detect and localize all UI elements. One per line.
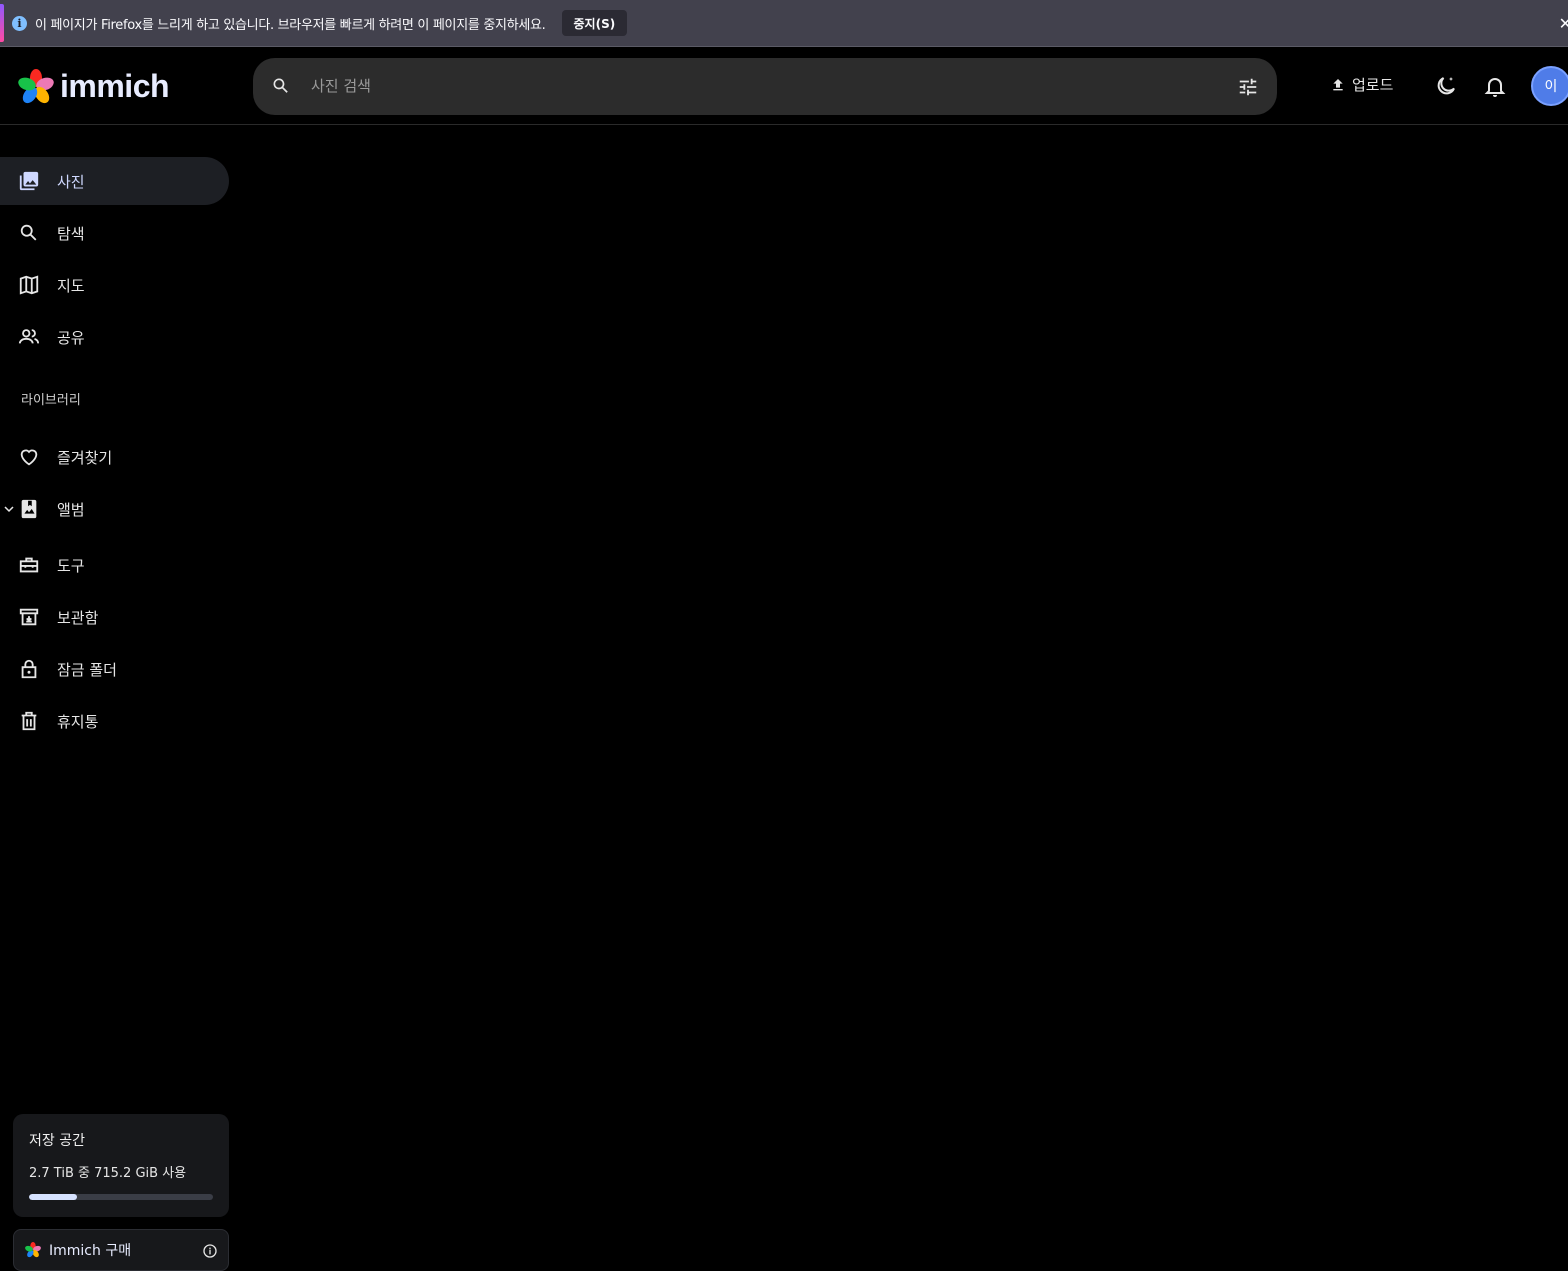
immich-pinwheel-icon <box>18 68 54 103</box>
sidebar-item-explore[interactable]: 탐색 <box>0 209 229 257</box>
sidebar-item-label: 사진 <box>57 172 85 191</box>
sidebar-item-map[interactable]: 지도 <box>0 261 229 309</box>
search-icon <box>18 222 40 244</box>
immich-logo[interactable]: immich <box>18 68 170 105</box>
immich-pinwheel-icon <box>25 1242 41 1258</box>
purchase-label: Immich 구매 <box>49 1243 132 1259</box>
search-icon[interactable] <box>271 76 291 96</box>
sidebar-item-photos[interactable]: 사진 <box>0 157 229 205</box>
storage-progress-fill <box>29 1194 77 1200</box>
sidebar-item-label: 도구 <box>57 556 85 575</box>
sidebar-item-favorites[interactable]: 즐겨찾기 <box>0 433 229 481</box>
upload-icon <box>1333 78 1343 90</box>
upload-label: 업로드 <box>1352 76 1394 94</box>
sidebar-item-albums[interactable]: 앨범 <box>0 485 229 533</box>
notifications-bell-icon[interactable] <box>1483 74 1507 98</box>
toolbox-icon <box>18 554 40 576</box>
photos-icon <box>18 170 40 192</box>
app-header: immich 업로드 이 <box>0 48 1568 125</box>
sidebar-item-locked-folder[interactable]: 잠금 폴더 <box>0 645 229 693</box>
brand-wordmark: immich <box>60 68 170 104</box>
heart-icon <box>18 446 40 468</box>
sidebar-item-label: 탐색 <box>57 224 85 243</box>
info-icon[interactable] <box>202 1243 218 1259</box>
storage-panel: 저장 공간 2.7 TiB 중 715.2 GiB 사용 <box>13 1114 229 1217</box>
archive-icon <box>18 606 40 628</box>
people-icon <box>18 326 40 348</box>
sidebar-item-label: 공유 <box>57 328 85 347</box>
info-icon: i <box>12 15 27 31</box>
filter-options-icon[interactable] <box>1237 76 1259 98</box>
library-section-label: 라이브러리 <box>21 393 81 408</box>
sidebar-item-sharing[interactable]: 공유 <box>0 313 229 361</box>
map-icon <box>18 274 40 296</box>
search-input[interactable] <box>311 70 1211 102</box>
storage-usage-text: 2.7 TiB 중 715.2 GiB 사용 <box>29 1166 187 1181</box>
close-icon[interactable]: ✕ <box>1559 14 1568 33</box>
purchase-immich-button[interactable]: Immich 구매 <box>13 1229 229 1271</box>
storage-title: 저장 공간 <box>29 1133 85 1149</box>
sidebar-item-label: 보관함 <box>57 608 99 627</box>
trash-icon <box>18 710 40 732</box>
storage-progress-bar <box>29 1194 213 1200</box>
sidebar: 사진 탐색 지도 공유 라이브러리 즐겨찾기 앨범 도구 보관함 잠금 폴더 휴… <box>0 126 240 1271</box>
search-bar[interactable] <box>253 58 1277 115</box>
sidebar-item-trash[interactable]: 휴지통 <box>0 697 229 745</box>
upload-button[interactable]: 업로드 <box>1330 74 1393 95</box>
notification-message: 이 페이지가 Firefox를 느리게 하고 있습니다. 브라우저를 빠르게 하… <box>35 17 546 33</box>
sidebar-item-label: 지도 <box>57 276 85 295</box>
main-content <box>240 126 1568 1271</box>
sidebar-item-label: 잠금 폴더 <box>57 660 117 679</box>
album-icon <box>18 498 40 520</box>
sidebar-item-label: 즐겨찾기 <box>57 448 113 467</box>
chevron-down-icon[interactable] <box>3 503 15 515</box>
sidebar-item-label: 휴지통 <box>57 712 99 731</box>
stop-page-button[interactable]: 중지(S) <box>561 10 628 36</box>
sidebar-item-utilities[interactable]: 도구 <box>0 541 229 589</box>
theme-toggle-icon[interactable] <box>1434 74 1458 98</box>
user-avatar[interactable]: 이 <box>1531 66 1568 106</box>
firefox-notification-bar: i 이 페이지가 Firefox를 느리게 하고 있습니다. 브라우저를 빠르게… <box>0 0 1568 47</box>
sidebar-item-label: 앨범 <box>57 500 85 519</box>
lock-icon <box>18 658 40 680</box>
sidebar-item-archive[interactable]: 보관함 <box>0 593 229 641</box>
